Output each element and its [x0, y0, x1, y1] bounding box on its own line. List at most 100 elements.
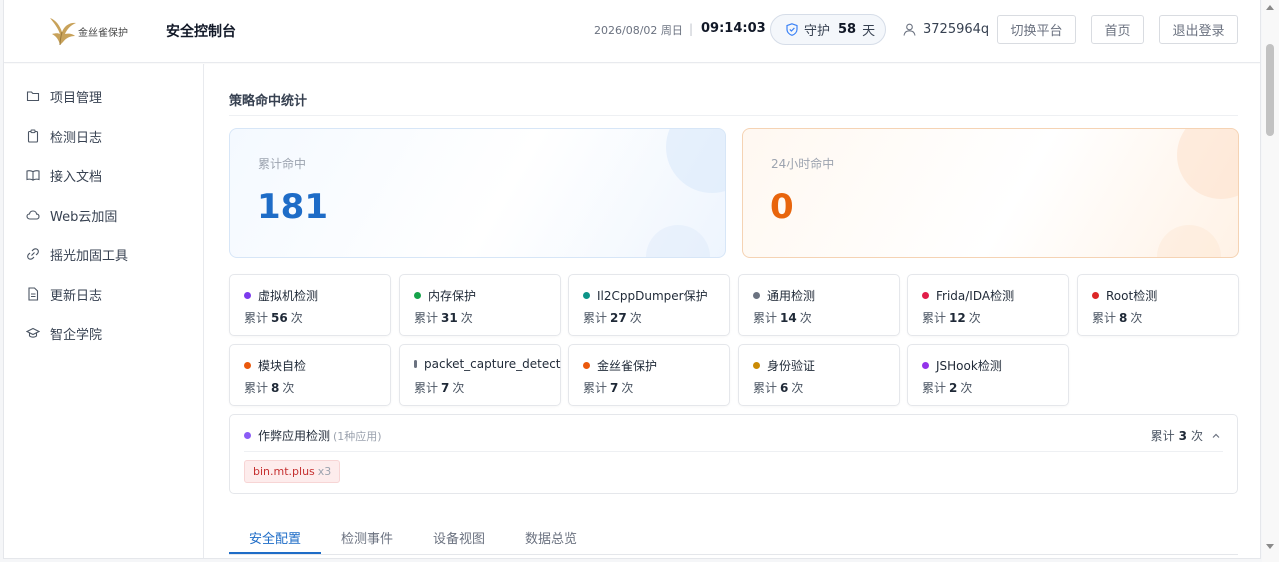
policy-stat-name: Frida/IDA检测: [936, 289, 1015, 303]
policy-stat-card[interactable]: 金丝雀保护累计 7 次: [568, 344, 730, 406]
cheat-app-collapse-toggle[interactable]: 累计 3 次: [1151, 427, 1221, 444]
count-suffix: 次: [629, 311, 642, 325]
policy-stat-card[interactable]: Il2CppDumper保护 累计 27 次: [568, 274, 730, 336]
sidebar-item-label: 智企学院: [50, 327, 103, 343]
guard-days-badge: 守护 58 天: [770, 14, 886, 45]
policy-stat-card[interactable]: 模块自检 累计 8 次: [229, 344, 391, 406]
count-prefix: 累计: [583, 311, 608, 325]
policy-stat-card[interactable]: 内存保护累计 31 次: [399, 274, 561, 336]
cheat-app-subtitle: (1种应用): [333, 429, 382, 443]
sidebar-item-projects[interactable]: 项目管理: [26, 86, 102, 106]
status-dot: [753, 292, 760, 299]
total-hits-value: 181: [257, 187, 328, 227]
policy-stat-count: 7: [441, 381, 450, 395]
sidebar-item-academy[interactable]: 智企学院: [26, 323, 102, 343]
decorative-circle: [1157, 225, 1221, 257]
scroll-down-arrow-icon[interactable]: [1266, 544, 1274, 549]
policy-stat-card[interactable]: 身份验证 累计 6 次: [738, 344, 900, 406]
page-scrollbar[interactable]: [1262, 0, 1279, 562]
status-dot: [922, 362, 929, 369]
policy-stat-name: 通用检测: [767, 289, 816, 303]
guard-days-value: 58: [838, 22, 857, 37]
document-icon: [28, 287, 39, 301]
policy-stat-title: 内存保护: [414, 287, 476, 304]
count-suffix: 次: [960, 381, 973, 395]
policy-stat-title: Root检测: [1092, 287, 1157, 304]
count-suffix: 次: [968, 311, 981, 325]
brand-logo[interactable]: 金丝雀保护: [46, 13, 136, 49]
cheat-app-package-count: x3: [317, 465, 332, 478]
policy-stat-card[interactable]: Root检测 累计 8 次: [1077, 274, 1239, 336]
policy-stat-count: 8: [271, 381, 280, 395]
sidebar-item-label: 接入文档: [50, 169, 103, 185]
tab-device-view[interactable]: 设备视图: [433, 528, 485, 547]
policy-stat-count-line: 累计 2 次: [922, 379, 972, 396]
sidebar-item-docs[interactable]: 接入文档: [26, 165, 102, 185]
app-title: 安全控制台: [166, 24, 236, 40]
count-suffix: 次: [1190, 429, 1203, 443]
cheat-app-package: bin.mt.plus: [253, 465, 315, 478]
guard-days-unit: 天: [862, 24, 876, 39]
tab-data-overview[interactable]: 数据总览: [525, 528, 577, 547]
section-divider: [229, 115, 1238, 116]
sidebar-item-hardening-tool[interactable]: 摇光加固工具: [26, 244, 128, 264]
home-button[interactable]: 首页: [1091, 15, 1144, 44]
sidebar-item-detection-log[interactable]: 检测日志: [26, 126, 102, 146]
logo-text: 金丝雀保护: [78, 27, 128, 39]
policy-stat-card[interactable]: JSHook检测累计 2 次: [907, 344, 1069, 406]
status-dot: [583, 362, 590, 369]
cheat-app-title: 作弊应用检测 (1种应用): [244, 427, 382, 444]
sidebar-item-web-hardening[interactable]: Web云加固: [26, 205, 117, 225]
decorative-circle: [646, 225, 710, 257]
tab-security-config[interactable]: 安全配置: [249, 528, 301, 547]
policy-stat-card[interactable]: Frida/IDA检测 累计 12 次: [907, 274, 1069, 336]
policy-stat-name: packet_capture_detect: [424, 357, 561, 371]
daily-hits-card: 24小时命中 0: [742, 128, 1239, 258]
username: 3725964q: [923, 22, 990, 37]
count-suffix: 次: [621, 381, 634, 395]
policy-stat-title: 金丝雀保护: [583, 357, 657, 374]
policy-stat-count: 7: [610, 381, 619, 395]
link-icon: [27, 248, 39, 260]
chevron-up-icon: [1212, 433, 1220, 438]
policy-stat-card[interactable]: packet_capture_detect 累计 7 次: [399, 344, 561, 406]
policy-stat-name: Root检测: [1106, 289, 1158, 303]
count-prefix: 累计: [414, 311, 439, 325]
count-prefix: 累计: [1150, 429, 1175, 443]
status-dot: [414, 292, 421, 299]
logout-button[interactable]: 退出登录: [1159, 15, 1238, 44]
user-account[interactable]: 3725964q: [903, 22, 989, 37]
cheat-app-tag[interactable]: bin.mt.plus x3: [244, 460, 341, 483]
policy-stat-count-line: 累计 27 次: [583, 309, 642, 326]
status-dot: [244, 292, 251, 299]
policy-stat-title: Il2CppDumper保护: [583, 287, 708, 304]
policy-stat-title: 通用检测: [753, 287, 815, 304]
policy-stat-card[interactable]: 虚拟机检测 累计 56 次: [229, 274, 391, 336]
count-suffix: 次: [460, 311, 473, 325]
scrollbar-thumb[interactable]: [1266, 44, 1274, 136]
app-window: 金丝雀保护 安全控制台 2026/08/02 周日 | 09:14:03 守护 …: [3, 0, 1261, 559]
sidebar: 项目管理 检测日志 接入文档 Web云加固 摇光加固工具 更新日志 智企学院: [4, 64, 204, 558]
policy-stat-count-line: 累计 7 次: [583, 379, 633, 396]
policy-stat-name: JSHook检测: [936, 359, 1002, 373]
policy-stat-card[interactable]: 通用检测 累计 14 次: [738, 274, 900, 336]
switch-platform-button[interactable]: 切换平台: [997, 15, 1076, 44]
panel-divider: [244, 451, 1223, 452]
policy-stat-count-line: 累计 6 次: [753, 379, 803, 396]
sidebar-item-label: 摇光加固工具: [50, 248, 129, 264]
count-prefix: 累计: [753, 381, 778, 395]
scroll-up-arrow-icon[interactable]: [1266, 5, 1274, 10]
policy-stat-name: 模块自检: [258, 359, 307, 373]
clipboard-icon: [27, 129, 39, 143]
sidebar-item-label: 项目管理: [50, 90, 103, 106]
status-dot: [922, 292, 929, 299]
policy-stat-count: 31: [441, 311, 458, 325]
tab-detection-events[interactable]: 检测事件: [341, 528, 393, 547]
current-date: 2026/08/02 周日: [594, 24, 683, 37]
sidebar-item-changelog[interactable]: 更新日志: [26, 284, 102, 304]
cheat-app-count: 3: [1178, 428, 1187, 443]
book-icon: [26, 170, 40, 181]
policy-stat-count: 2: [949, 381, 958, 395]
top-header: 金丝雀保护 安全控制台 2026/08/02 周日 | 09:14:03 守护 …: [4, 0, 1260, 63]
count-prefix: 累计: [244, 311, 269, 325]
